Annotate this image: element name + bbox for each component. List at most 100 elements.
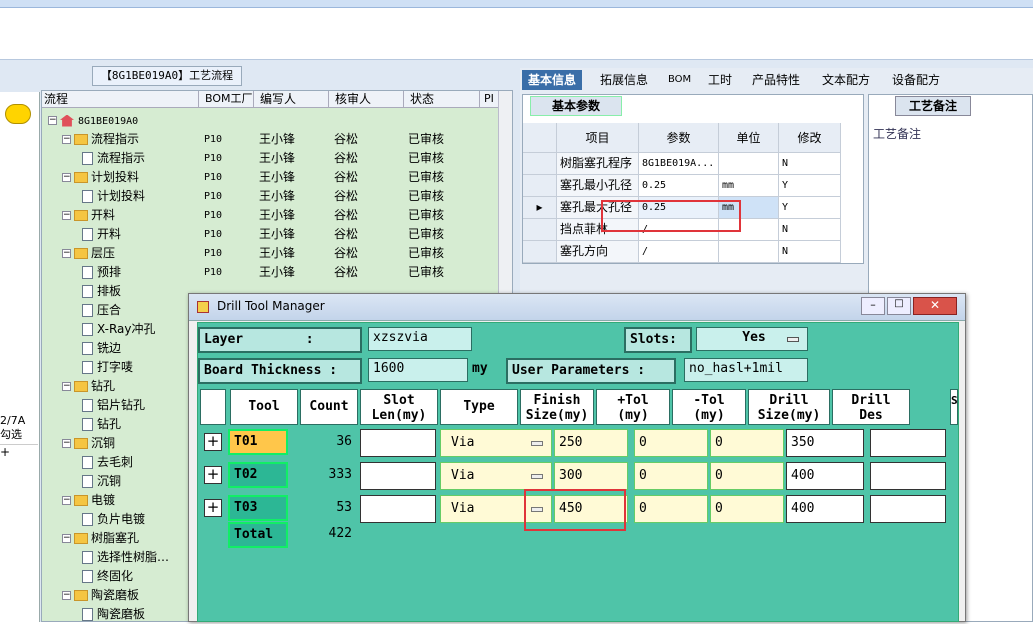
basic-params-label[interactable]: 基本参数 [530, 96, 622, 116]
minimize-button[interactable]: – [861, 297, 885, 315]
param-unit[interactable] [719, 241, 779, 263]
grid-header-param[interactable]: 参数 [639, 123, 719, 153]
param-unit[interactable]: mm [719, 175, 779, 197]
minus-tol-input[interactable]: 0 [710, 429, 784, 457]
collapse-icon[interactable]: − [62, 534, 71, 543]
slot-len-input[interactable] [360, 495, 436, 523]
param-edit[interactable]: N [779, 153, 841, 175]
tree-row[interactable]: 开料 P10 王小锋 谷松 已审核 [42, 225, 502, 244]
drill-size-input[interactable]: 400 [786, 495, 864, 523]
collapse-icon[interactable]: − [62, 211, 71, 220]
tree-root[interactable]: − 8G1BE019A0 [42, 111, 502, 130]
plus-tol-input[interactable]: 0 [634, 462, 708, 490]
drill-size-input[interactable]: 400 [786, 462, 864, 490]
notes-tab[interactable]: 工艺备注 [895, 96, 971, 116]
grid-header-slot[interactable]: Slot Len(my) [360, 389, 438, 425]
finish-size-input[interactable]: 300 [554, 462, 628, 490]
param-edit[interactable]: Y [779, 197, 841, 219]
tree-header-bom[interactable]: BOM工厂 [198, 91, 253, 108]
tree-row[interactable]: 计划投料 P10 王小锋 谷松 已审核 [42, 187, 502, 206]
param-edit[interactable]: N [779, 219, 841, 241]
param-value[interactable]: 8G1BE019A... [639, 153, 719, 175]
tab-product-features[interactable]: 产品特性 [746, 70, 806, 90]
tool-cell[interactable]: T01 [228, 429, 288, 455]
type-select[interactable]: Via [440, 429, 552, 457]
minus-tol-input[interactable]: 0 [710, 462, 784, 490]
grid-header--tol[interactable]: -Tol (my) [672, 389, 746, 425]
finish-size-input[interactable]: 250 [554, 429, 628, 457]
tree-header-flow[interactable]: 流程 [42, 91, 198, 108]
collapse-icon[interactable]: − [48, 116, 57, 125]
dialog-titlebar[interactable]: Drill Tool Manager – □ ✕ [189, 294, 965, 321]
grid-header-type[interactable]: Type [440, 389, 518, 425]
expand-row-icon[interactable]: + [204, 433, 222, 451]
param-edit[interactable]: N [779, 241, 841, 263]
grid-header-tool[interactable]: Tool [230, 389, 298, 425]
slot-len-input[interactable] [360, 429, 436, 457]
left-stub-plus[interactable]: + [0, 444, 38, 459]
grid-header-count[interactable]: Count [300, 389, 358, 425]
collapse-icon[interactable]: − [62, 135, 71, 144]
tab-bom[interactable]: BOM [662, 70, 697, 90]
row-selector[interactable] [523, 175, 557, 197]
expand-row-icon[interactable]: + [204, 466, 222, 484]
grid-header-finish[interactable]: Finish Size(my) [520, 389, 594, 425]
board-thickness-field[interactable]: 1600 [368, 358, 468, 382]
collapse-icon[interactable]: − [62, 496, 71, 505]
slot-len-input[interactable] [360, 462, 436, 490]
collapse-icon[interactable]: − [62, 439, 71, 448]
row-selector[interactable] [523, 153, 557, 175]
grid-header-drill[interactable]: Drill Des [832, 389, 910, 425]
grid-header--tol[interactable]: +Tol (my) [596, 389, 670, 425]
drill-size-input[interactable]: 350 [786, 429, 864, 457]
minus-tol-input[interactable]: 0 [710, 495, 784, 523]
maximize-button[interactable]: □ [887, 297, 911, 315]
user-params-field[interactable]: no_hasl+1mil [684, 358, 808, 382]
plus-tol-input[interactable]: 0 [634, 495, 708, 523]
drill-des-input[interactable] [870, 495, 946, 523]
tree-row[interactable]: − 层压 P10 王小锋 谷松 已审核 [42, 244, 502, 263]
collapse-icon[interactable]: − [62, 591, 71, 600]
collapse-icon[interactable]: − [62, 249, 71, 258]
expand-row-icon[interactable]: + [204, 499, 222, 517]
param-value[interactable]: / [639, 241, 719, 263]
tree-row[interactable]: 流程指示 P10 王小锋 谷松 已审核 [42, 149, 502, 168]
tree-row[interactable]: − 流程指示 P10 王小锋 谷松 已审核 [42, 130, 502, 149]
grid-header-drill[interactable]: Drill Size(my) [748, 389, 830, 425]
row-selector[interactable] [523, 219, 557, 241]
param-edit[interactable]: Y [779, 175, 841, 197]
tab-extended-info[interactable]: 拓展信息 [594, 70, 654, 90]
tree-row[interactable]: − 开料 P10 王小锋 谷松 已审核 [42, 206, 502, 225]
tab-text-recipe[interactable]: 文本配方 [816, 70, 876, 90]
grid-header-unit[interactable]: 单位 [719, 123, 779, 153]
close-button[interactable]: ✕ [913, 297, 957, 315]
tree-header-pi[interactable]: PI [479, 91, 499, 108]
tab-work-hours[interactable]: 工时 [702, 70, 738, 90]
tree-row[interactable]: 预排 P10 王小锋 谷松 已审核 [42, 263, 502, 282]
param-item[interactable]: 塞孔最小孔径 [557, 175, 639, 197]
left-stub-select[interactable]: 勾选 [0, 428, 38, 442]
collapse-icon[interactable]: − [62, 173, 71, 182]
slots-select[interactable]: Yes [696, 327, 808, 351]
param-value[interactable]: 0.25 [639, 175, 719, 197]
tool-cell[interactable]: T02 [228, 462, 288, 488]
param-unit[interactable] [719, 153, 779, 175]
grid-header-item[interactable]: 项目 [557, 123, 639, 153]
type-select[interactable]: Via [440, 462, 552, 490]
tab-equipment-recipe[interactable]: 设备配方 [886, 70, 946, 90]
drill-des-input[interactable] [870, 429, 946, 457]
collapse-icon[interactable]: − [62, 382, 71, 391]
row-selector[interactable] [523, 241, 557, 263]
drill-des-input[interactable] [870, 462, 946, 490]
tree-header-reviewer[interactable]: 核审人 [328, 91, 403, 108]
tree-row[interactable]: − 计划投料 P10 王小锋 谷松 已审核 [42, 168, 502, 187]
tree-header-status[interactable]: 状态 [403, 91, 479, 108]
param-item[interactable]: 塞孔方向 [557, 241, 639, 263]
plus-tol-input[interactable]: 0 [634, 429, 708, 457]
row-selector[interactable]: ▸ [523, 197, 557, 219]
layer-field[interactable]: xzszvia [368, 327, 472, 351]
param-item[interactable]: 树脂塞孔程序 [557, 153, 639, 175]
message-icon[interactable] [5, 104, 31, 124]
grid-header-edit[interactable]: 修改 [779, 123, 841, 153]
tab-basic-info[interactable]: 基本信息 [522, 70, 583, 90]
